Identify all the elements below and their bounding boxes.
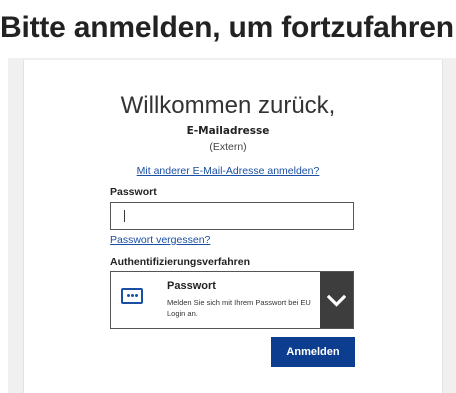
auth-method-label: Authentifizierungsverfahren [110, 256, 251, 268]
account-type-label: (Extern) [209, 141, 247, 153]
password-label: Passwort [110, 186, 157, 198]
password-dots-icon [121, 288, 143, 304]
user-email: E-Mailadresse [186, 125, 270, 137]
text-cursor [124, 210, 125, 222]
chevron-down-icon [327, 294, 346, 307]
auth-method-description: Melden Sie sich mit Ihrem Passwort bei E… [167, 298, 311, 318]
page-heading: Bitte anmelden, um fortzufahren [0, 11, 454, 44]
welcome-title: Willkommen zurück, [120, 92, 336, 119]
auth-method-select[interactable]: Passwort Melden Sie sich mit Ihrem Passw… [110, 271, 354, 329]
auth-method-dropdown-toggle[interactable] [320, 272, 353, 328]
forgot-password-link[interactable]: Passwort vergessen? [110, 234, 210, 247]
password-field[interactable] [110, 202, 354, 230]
login-button[interactable]: Anmelden [271, 337, 355, 367]
other-email-link[interactable]: Mit anderer E-Mail-Adresse anmelden? [0, 165, 456, 178]
auth-method-title: Passwort [167, 280, 216, 292]
